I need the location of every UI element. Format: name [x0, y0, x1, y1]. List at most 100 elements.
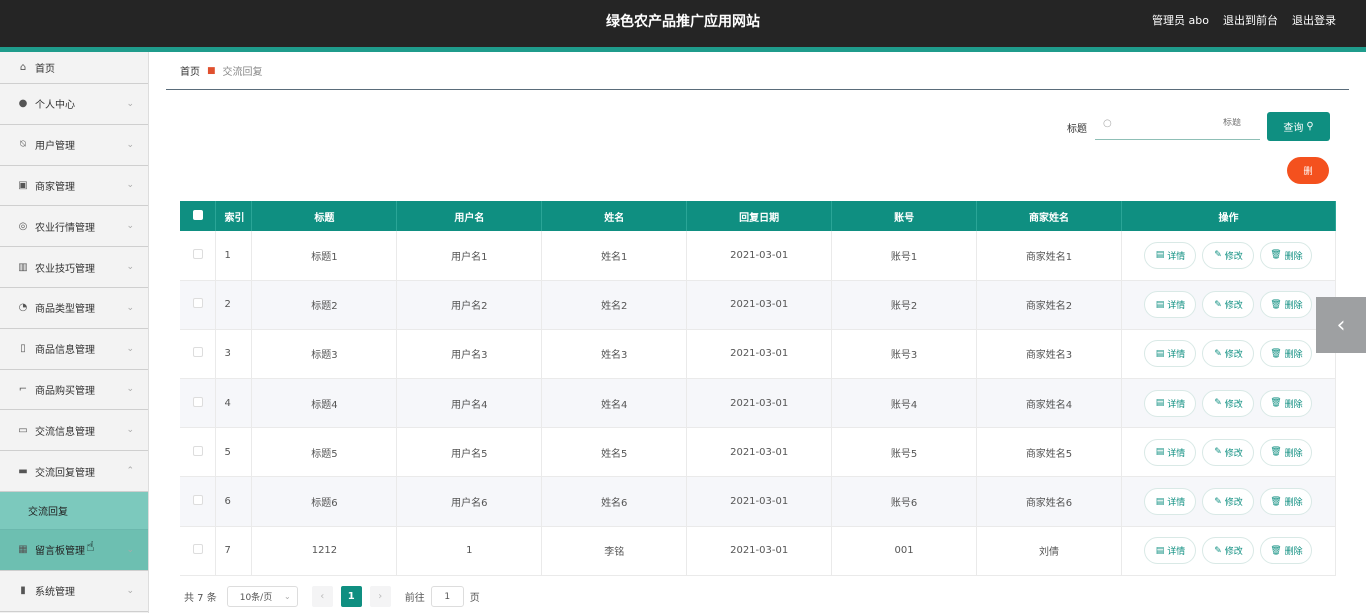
- row-select-cell[interactable]: [180, 378, 217, 429]
- row-checkbox[interactable]: [192, 298, 203, 309]
- sidebar-item-label: 农业技巧管理: [35, 263, 95, 275]
- cell-username: 用户名4: [396, 378, 543, 429]
- sidebar-item-purchases[interactable]: ⌐ 商品购买管理 ⌄: [0, 369, 148, 411]
- home-icon: ⌂: [19, 62, 27, 73]
- detail-button[interactable]: ▤ 详情: [1144, 537, 1197, 565]
- edit-button[interactable]: ✎ 修改: [1202, 241, 1255, 269]
- mic-icon: ▯: [20, 343, 26, 355]
- col-title: 标题: [251, 201, 398, 231]
- delete-button[interactable]: 🗑 删除: [1260, 488, 1313, 516]
- row-checkbox[interactable]: [192, 396, 203, 407]
- page-size-value: 10条/页: [239, 593, 273, 603]
- trash-icon: 🗑: [1270, 447, 1282, 458]
- row-checkbox[interactable]: [192, 248, 203, 259]
- monitor-icon: ▬: [18, 465, 28, 477]
- breadcrumb-home[interactable]: 首页: [180, 63, 200, 78]
- sidebar-item-personal[interactable]: ● 个人中心 ⌄: [0, 84, 148, 125]
- delete-button[interactable]: 🗑 删除: [1260, 241, 1313, 269]
- user-icon: ●: [18, 98, 28, 110]
- sidebar-item-users[interactable]: ⍉ 用户管理 ⌄: [0, 124, 148, 166]
- document-icon: ▤: [1155, 348, 1165, 359]
- row-select-cell[interactable]: [180, 280, 217, 330]
- detail-button[interactable]: ▤ 详情: [1144, 438, 1197, 466]
- cell-name: 姓名5: [541, 427, 688, 478]
- delete-button[interactable]: 🗑 删除: [1260, 537, 1313, 565]
- sidebar-item-products[interactable]: ▯ 商品信息管理 ⌄: [0, 328, 148, 370]
- trash-icon: 🗑: [1270, 299, 1282, 310]
- table-row: 2 标题2 用户名2 姓名2 2021-03-01 账号2 商家姓名2 ▤ 详情 ✎ 修改 🗑 删…: [180, 280, 1337, 330]
- select-all-cell[interactable]: [180, 201, 217, 231]
- chevron-down-icon: ⌄: [126, 544, 134, 555]
- row-select-cell[interactable]: [180, 231, 217, 281]
- row-checkbox[interactable]: [192, 445, 203, 456]
- logout-link[interactable]: 退出登录: [1292, 12, 1336, 28]
- row-select-cell[interactable]: [180, 526, 217, 576]
- sidebar-item-home[interactable]: ⌂ 首页: [0, 52, 148, 84]
- search-field[interactable]: ○: [1095, 113, 1260, 140]
- table-row: 6 标题6 用户名6 姓名6 2021-03-01 账号6 商家姓名6 ▤ 详情 ✎ 修改 🗑 删…: [180, 476, 1337, 527]
- edit-button[interactable]: ✎ 修改: [1202, 389, 1255, 417]
- goto-page-input[interactable]: 1: [430, 586, 464, 607]
- cell-title: 标题4: [251, 378, 398, 429]
- batch-delete-button[interactable]: 删: [1287, 157, 1329, 184]
- edit-button[interactable]: ✎ 修改: [1202, 537, 1255, 565]
- prev-page-button[interactable]: ‹: [311, 586, 333, 607]
- detail-button[interactable]: ▤ 详情: [1144, 291, 1197, 319]
- breadcrumb-current: 交流回复: [222, 67, 263, 78]
- detail-label: 详情: [1167, 251, 1186, 262]
- edit-button[interactable]: ✎ 修改: [1202, 291, 1255, 319]
- delete-button[interactable]: 🗑 删除: [1260, 438, 1313, 466]
- detail-button[interactable]: ▤ 详情: [1144, 389, 1197, 417]
- delete-button[interactable]: 🗑 删除: [1260, 340, 1313, 368]
- select-all-checkbox[interactable]: [192, 209, 203, 220]
- delete-button[interactable]: 🗑 删除: [1260, 389, 1313, 417]
- page-jump: 前往 1 页: [405, 586, 480, 607]
- sidebar-item-label: 用户管理: [35, 141, 75, 153]
- detail-label: 详情: [1167, 350, 1186, 361]
- cell-merchant-name: 商家姓名5: [976, 427, 1122, 478]
- detail-button[interactable]: ▤ 详情: [1144, 340, 1197, 368]
- next-page-button[interactable]: ›: [369, 586, 391, 607]
- sidebar-item-merchants[interactable]: ▣ 商家管理 ⌄: [0, 165, 148, 207]
- row-checkbox[interactable]: [192, 495, 203, 506]
- sidebar-item-label: 农业行情管理: [35, 222, 95, 234]
- sidebar-item-guestbook[interactable]: ▦ 留言板管理 ⌄: [0, 529, 148, 571]
- detail-button[interactable]: ▤ 详情: [1144, 241, 1197, 269]
- cell-name: 姓名2: [541, 280, 688, 330]
- query-button[interactable]: 查询 ⚲: [1267, 112, 1330, 141]
- row-select-cell[interactable]: [180, 476, 217, 527]
- row-checkbox[interactable]: [192, 544, 203, 555]
- cell-title: 标题2: [251, 280, 398, 330]
- sidebar-item-market[interactable]: ◎ 农业行情管理 ⌄: [0, 206, 148, 248]
- page-number-current[interactable]: 1: [340, 586, 362, 607]
- cell-name: 姓名6: [541, 476, 688, 527]
- cell-title: 标题1: [251, 231, 398, 281]
- edit-button[interactable]: ✎ 修改: [1202, 438, 1255, 466]
- sidebar-item-product-types[interactable]: ◔ 商品类型管理 ⌄: [0, 287, 148, 329]
- delete-button[interactable]: 🗑 删除: [1260, 291, 1313, 319]
- sidebar-item-replies[interactable]: ▬ 交流回复管理 ⌃: [0, 451, 148, 492]
- page-size-select[interactable]: 10条/页 ⌄: [226, 586, 298, 607]
- cell-username: 用户名6: [396, 476, 543, 527]
- exit-to-front-link[interactable]: 退出到前台: [1223, 12, 1278, 28]
- search-input[interactable]: [1121, 118, 1241, 128]
- chevron-left-icon: ‹: [1336, 312, 1346, 338]
- submenu-item-replies[interactable]: 交流回复: [0, 491, 148, 530]
- sidebar-item-messages[interactable]: ▭ 交流信息管理 ⌄: [0, 410, 148, 452]
- row-checkbox[interactable]: [192, 347, 203, 358]
- edit-button[interactable]: ✎ 修改: [1202, 488, 1255, 516]
- grid-icon: ▦: [18, 544, 28, 556]
- delete-label: 删除: [1284, 448, 1303, 459]
- detail-button[interactable]: ▤ 详情: [1144, 488, 1197, 516]
- trash-icon: 🗑: [1270, 496, 1282, 507]
- cell-actions: ▤ 详情 ✎ 修改 🗑 删除: [1121, 427, 1337, 478]
- sidebar-item-tips[interactable]: ▥ 农业技巧管理 ⌄: [0, 247, 148, 288]
- row-select-cell[interactable]: [180, 329, 217, 380]
- row-select-cell[interactable]: [180, 427, 217, 478]
- cell-merchant-name: 商家姓名6: [976, 476, 1122, 527]
- sidebar-item-label: 系统管理: [35, 587, 75, 599]
- sidebar-item-system[interactable]: ▮ 系统管理 ⌄: [0, 570, 148, 612]
- collapse-panel-button[interactable]: ‹: [1316, 297, 1366, 353]
- cell-title: 标题5: [251, 427, 398, 478]
- edit-button[interactable]: ✎ 修改: [1202, 340, 1255, 368]
